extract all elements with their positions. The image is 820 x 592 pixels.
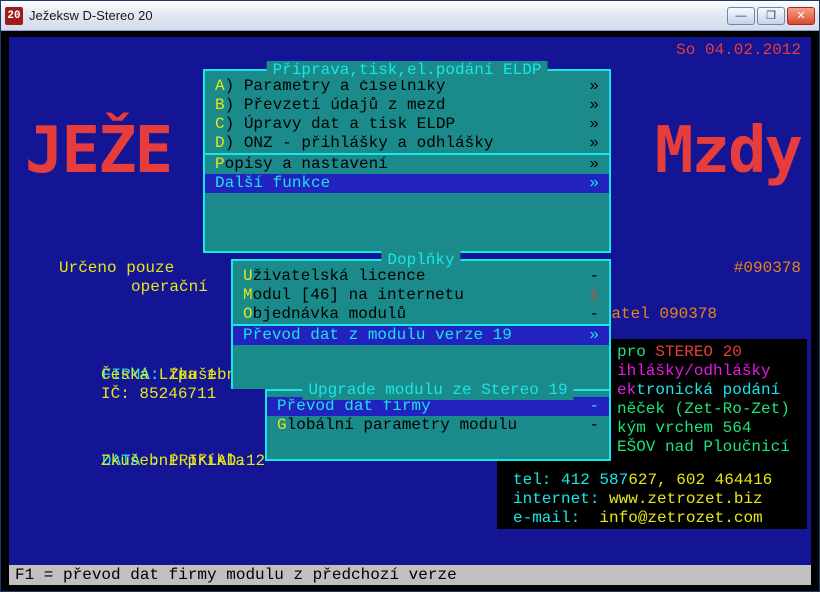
menu-doplnky: Doplňky Uživatelská licence- Modul [46] … (231, 259, 611, 389)
menu-upgrade-title: Upgrade modulu ze Stereo 19 (302, 381, 573, 400)
menu-item-selected[interactable]: Převod dat z modulu verze 19» (233, 326, 609, 345)
menu-eldp: Příprava,tisk,el.podání ELDP A) Parametr… (203, 69, 611, 253)
code-label: #090378 (728, 259, 801, 278)
client-area: So 04.02.2012 JEŽE Mzdy Určeno pouze ope… (1, 31, 819, 591)
menu-item[interactable]: Objednávka modulů- (233, 305, 609, 324)
menu-item[interactable]: Modul [46] na internetui (233, 286, 609, 305)
window-title: Ježeksw D-Stereo 20 (29, 8, 727, 23)
titlebar[interactable]: 20 Ježeksw D-Stereo 20 — ❐ ✕ (1, 1, 819, 31)
minimize-button[interactable]: — (727, 7, 755, 25)
menu-item-selected[interactable]: Další funkce» (205, 174, 609, 193)
menu-item[interactable]: Popisy a nastavení» (205, 155, 609, 174)
maximize-button[interactable]: ❐ (757, 7, 785, 25)
menu-item[interactable]: B) Převzetí údajů z mezd» (205, 96, 609, 115)
dos-screen: So 04.02.2012 JEŽE Mzdy Určeno pouze ope… (9, 37, 811, 567)
menu-doplnky-title: Doplňky (381, 251, 460, 270)
close-button[interactable]: ✕ (787, 7, 815, 25)
window-frame: 20 Ježeksw D-Stereo 20 — ❐ ✕ So 04.02.20… (0, 0, 820, 592)
menu-upgrade: Upgrade modulu ze Stereo 19 Převod dat f… (265, 389, 611, 461)
app-icon: 20 (5, 7, 23, 25)
menu-eldp-title: Příprava,tisk,el.podání ELDP (267, 61, 548, 80)
menu-item[interactable]: D) ONZ - přihlášky a odhlášky» (205, 134, 609, 153)
menu-item[interactable]: C) Úpravy dat a tisk ELDP» (205, 115, 609, 134)
date-label: So 04.02.2012 (676, 41, 801, 60)
menu-item[interactable]: Globální parametry modulu- (267, 416, 609, 435)
logo-right: Mzdy (649, 123, 801, 179)
help-bar: F1 = převod dat firmy modulu z předchozí… (9, 565, 811, 585)
